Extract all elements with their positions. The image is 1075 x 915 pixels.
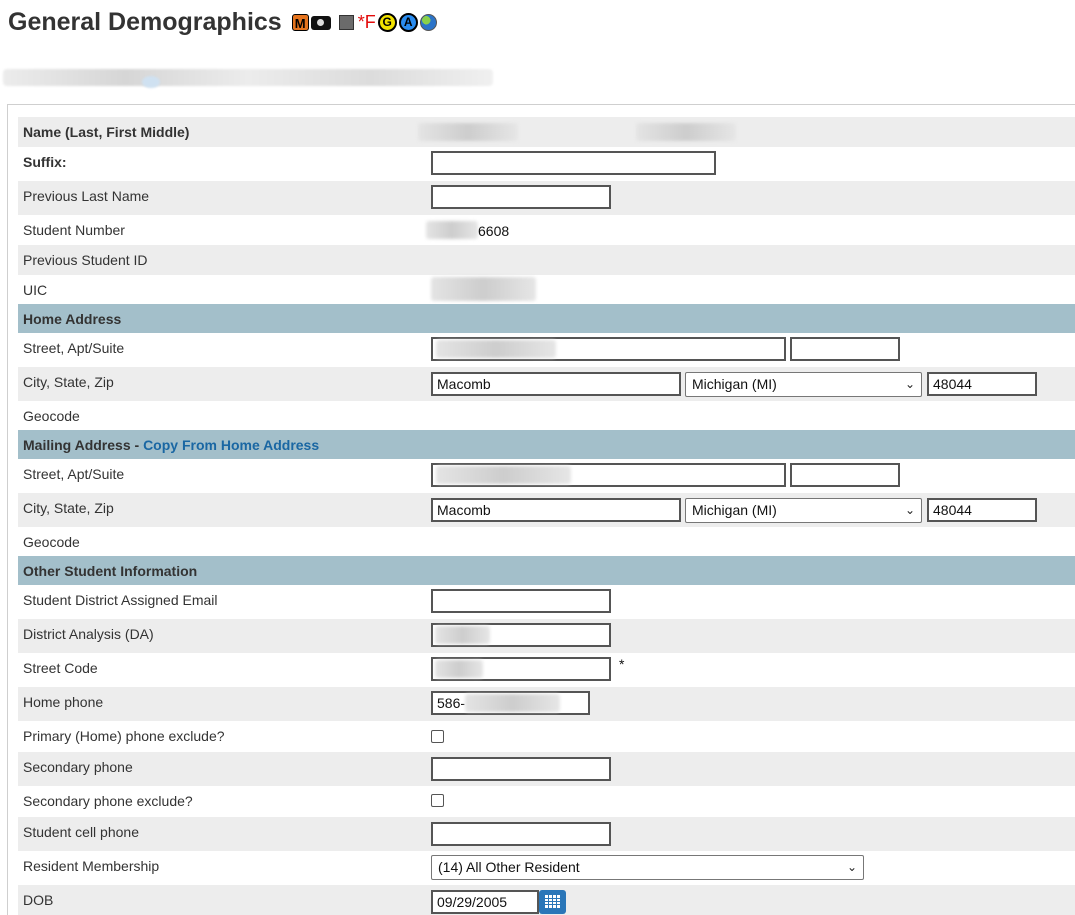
previous-last-name-field[interactable] (431, 185, 611, 209)
secondary-phone-exclude-checkbox[interactable] (431, 794, 444, 807)
mailing-address-title: Mailing Address - (23, 437, 144, 453)
camera-icon[interactable] (310, 15, 331, 30)
redacted-home-street (436, 340, 556, 358)
a-badge-icon[interactable]: A (398, 13, 418, 32)
pencil-icon[interactable] (338, 15, 354, 30)
street-code-label: Street Code (23, 660, 98, 676)
primary-phone-exclude-checkbox[interactable] (431, 730, 444, 743)
home-state-select[interactable]: Michigan (MI) ⌄ (685, 372, 922, 397)
home-zip-field[interactable]: 48044 (927, 372, 1037, 396)
calendar-icon[interactable] (539, 890, 566, 914)
row-mailing-city-state-zip: City, State, Zip Macomb Michigan (MI) ⌄ … (18, 493, 1075, 527)
redacted-home-phone (465, 694, 560, 712)
row-dob: DOB 09/29/2005 (18, 885, 1075, 915)
mailing-zip-field[interactable]: 48044 (927, 498, 1037, 522)
status-icons: M *F G A (291, 12, 437, 33)
name-label: Name (Last, First Middle) (23, 124, 190, 140)
mailing-city-field[interactable]: Macomb (431, 498, 681, 522)
secondary-phone-exclude-label: Secondary phone exclude? (23, 793, 193, 809)
row-previous-student-id: Previous Student ID (18, 245, 1075, 275)
globe-icon[interactable] (419, 14, 437, 31)
home-state-value: Michigan (MI) (692, 376, 777, 392)
row-secondary-phone-exclude: Secondary phone exclude? (18, 786, 1075, 817)
cell-phone-field[interactable] (431, 822, 611, 846)
resident-membership-label: Resident Membership (23, 858, 160, 874)
chevron-down-icon: ⌄ (904, 503, 915, 517)
row-resident-membership: Resident Membership (14) All Other Resid… (18, 851, 1075, 885)
row-email: Student District Assigned Email (18, 585, 1075, 619)
row-street-code: Street Code * (18, 653, 1075, 687)
resident-membership-select[interactable]: (14) All Other Resident ⌄ (431, 855, 864, 880)
row-suffix: Suffix: (18, 147, 1075, 181)
row-cell-phone: Student cell phone (18, 817, 1075, 851)
row-district-analysis: District Analysis (DA) (18, 619, 1075, 653)
row-home-street: Street, Apt/Suite (18, 333, 1075, 367)
redacted-student-summary (3, 69, 493, 86)
row-primary-phone-exclude: Primary (Home) phone exclude? (18, 721, 1075, 752)
row-name: Name (Last, First Middle) (18, 117, 1075, 147)
student-number-value: 6608 (478, 223, 510, 239)
email-label: Student District Assigned Email (23, 592, 218, 608)
redacted-uic (431, 277, 536, 301)
section-other-student-info: Other Student Information (18, 556, 1075, 585)
section-mailing-address: Mailing Address - Copy From Home Address (18, 430, 1075, 459)
row-mailing-geocode: Geocode (18, 527, 1075, 556)
redacted-name-last (418, 123, 518, 141)
home-phone-label: Home phone (23, 694, 104, 710)
row-secondary-phone: Secondary phone (18, 752, 1075, 786)
redacted-street-code (435, 660, 483, 678)
redacted-student-summary-mark (142, 76, 160, 88)
cell-phone-label: Student cell phone (23, 824, 139, 840)
row-previous-last-name: Previous Last Name (18, 181, 1075, 215)
previous-last-name-label: Previous Last Name (23, 188, 150, 204)
street-code-required-marker: * (619, 656, 625, 672)
page-title-text: General Demographics (8, 8, 282, 36)
row-home-phone: Home phone 586- (18, 687, 1075, 721)
dob-label: DOB (23, 892, 54, 908)
home-geocode-label: Geocode (23, 408, 80, 424)
previous-student-id-label: Previous Student ID (23, 252, 148, 268)
mailing-state-select[interactable]: Michigan (MI) ⌄ (685, 498, 922, 523)
mailing-apt-field[interactable] (790, 463, 900, 487)
student-number-label: Student Number (23, 222, 125, 238)
alert-star-f-icon[interactable]: *F (358, 12, 376, 33)
uic-label: UIC (23, 282, 48, 298)
suffix-field[interactable] (431, 151, 716, 175)
row-home-geocode: Geocode (18, 401, 1075, 430)
row-home-city-state-zip: City, State, Zip Macomb Michigan (MI) ⌄ … (18, 367, 1075, 401)
chevron-down-icon: ⌄ (904, 377, 915, 391)
copy-from-home-address-link[interactable]: Copy From Home Address (143, 437, 319, 453)
home-city-state-zip-label: City, State, Zip (23, 374, 114, 390)
redacted-mailing-street (436, 466, 571, 484)
page-title: General Demographics M *F G A (8, 8, 437, 37)
mailing-geocode-label: Geocode (23, 534, 80, 550)
section-home-address: Home Address (18, 304, 1075, 333)
m-badge-icon[interactable]: M (291, 14, 309, 31)
secondary-phone-label: Secondary phone (23, 759, 133, 775)
district-analysis-label: District Analysis (DA) (23, 626, 154, 642)
redacted-name-first (636, 123, 736, 141)
mailing-city-state-zip-label: City, State, Zip (23, 500, 114, 516)
mailing-street-label: Street, Apt/Suite (23, 466, 125, 482)
suffix-label: Suffix: (23, 154, 67, 170)
home-apt-field[interactable] (790, 337, 900, 361)
redacted-student-number-prefix (426, 221, 478, 239)
dob-field[interactable]: 09/29/2005 (431, 890, 539, 914)
home-address-heading: Home Address (23, 311, 122, 327)
mailing-state-value: Michigan (MI) (692, 502, 777, 518)
row-student-number: Student Number 6608 (18, 215, 1075, 245)
home-city-field[interactable]: Macomb (431, 372, 681, 396)
redacted-district-analysis (435, 626, 490, 644)
chevron-down-icon: ⌄ (846, 860, 857, 874)
home-street-label: Street, Apt/Suite (23, 340, 125, 356)
resident-membership-value: (14) All Other Resident (438, 859, 580, 875)
other-info-heading: Other Student Information (23, 563, 198, 579)
primary-phone-exclude-label: Primary (Home) phone exclude? (23, 728, 225, 744)
row-uic: UIC (18, 275, 1075, 304)
email-field[interactable] (431, 589, 611, 613)
row-mailing-street: Street, Apt/Suite (18, 459, 1075, 493)
secondary-phone-field[interactable] (431, 757, 611, 781)
g-badge-icon[interactable]: G (377, 13, 397, 32)
mailing-address-heading: Mailing Address - Copy From Home Address (23, 437, 319, 453)
